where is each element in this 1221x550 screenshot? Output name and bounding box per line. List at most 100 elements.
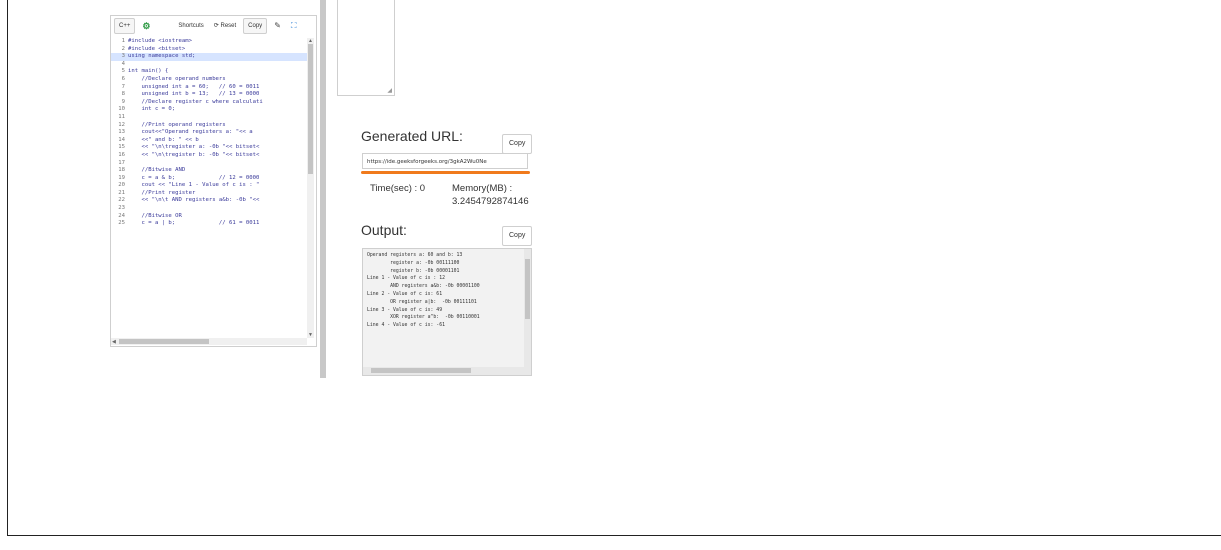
shortcuts-button[interactable]: Shortcuts	[175, 19, 206, 33]
editor-vertical-scrollbar[interactable]: ▲ ▼	[307, 38, 314, 338]
copy-url-button[interactable]: Copy	[502, 134, 533, 154]
code-area[interactable]: 1 #include <iostream> 2 #include <bitset> 3 u…	[111, 38, 307, 338]
fullscreen-icon[interactable]: ⛶	[288, 19, 300, 33]
line-number: 5	[121, 68, 125, 75]
code-text: cout << "Line 1 - Value of c is : "	[128, 182, 260, 189]
code-line[interactable]: 12 //Print operand registers	[111, 122, 307, 130]
code-line[interactable]: 22 << "\n\t AND registers a&b: -0b "<<	[111, 197, 307, 205]
code-text: //Print register	[128, 189, 196, 196]
line-number: 16	[118, 151, 125, 158]
generated-url-title: Generated URL:	[361, 128, 463, 144]
code-line[interactable]: 4	[111, 61, 307, 69]
line-number: 6	[121, 75, 125, 82]
code-text: c = a | b; // 61 = 0011	[128, 220, 260, 227]
scroll-up-icon[interactable]: ▲	[308, 38, 313, 44]
code-line[interactable]: 17	[111, 160, 307, 168]
line-number: 23	[118, 205, 125, 212]
line-number: 12	[118, 121, 125, 128]
line-number: 9	[121, 98, 125, 105]
code-line[interactable]: 5 int main() {	[111, 68, 307, 76]
scrollbar-thumb[interactable]	[525, 259, 530, 319]
output-line: register a: -0b 00111100	[367, 260, 460, 266]
code-text: //Bitwise OR	[128, 212, 182, 219]
output-line: register b: -0b 00001101	[367, 268, 460, 274]
code-line[interactable]: 15 << "\n\tregister a: -0b "<< bitset<	[111, 144, 307, 152]
code-line[interactable]: 20 cout << "Line 1 - Value of c is : "	[111, 182, 307, 190]
code-line[interactable]: 6 //Declare operand numbers	[111, 76, 307, 84]
code-line[interactable]: 18 //Bitwise AND	[111, 167, 307, 175]
output-vertical-scrollbar[interactable]	[524, 249, 531, 367]
code-line[interactable]: 1 #include <iostream>	[111, 38, 307, 46]
output-line: Line 3 - Value of c is: 49	[367, 307, 443, 313]
scroll-down-icon[interactable]: ▼	[308, 332, 313, 338]
output-line: OR register a|b: -0b 00111101	[367, 299, 477, 305]
code-line[interactable]: 14 <<" and b: " << b	[111, 137, 307, 145]
output-line: AND registers a&b: -0b 00001100	[367, 284, 480, 290]
code-line[interactable]: 9 //Declare register c where calculati	[111, 99, 307, 107]
line-number: 8	[121, 91, 125, 98]
output-horizontal-scrollbar[interactable]	[363, 367, 531, 375]
language-select[interactable]: C++	[114, 18, 136, 34]
code-text: //Bitwise AND	[128, 167, 186, 174]
line-number: 14	[118, 136, 125, 143]
line-number: 13	[118, 129, 125, 136]
code-text: << "\n\tregister a: -0b "<< bitset<	[128, 144, 260, 151]
code-line[interactable]: 3 using namespace std;	[111, 53, 307, 61]
scrollbar-thumb[interactable]	[308, 44, 313, 174]
scrollbar-thumb[interactable]	[119, 339, 209, 344]
resize-handle-icon[interactable]: ◢	[387, 87, 392, 94]
line-number: 22	[118, 197, 125, 204]
line-number: 24	[118, 212, 125, 219]
code-text: << "\n\tregister b: -0b "<< bitset<	[128, 151, 260, 158]
reset-button[interactable]: ⟳ Reset	[211, 19, 239, 33]
code-line[interactable]: 7 unsigned int a = 60; // 60 = 0011	[111, 84, 307, 92]
output-text: Operand registers a: 60 and b: 13 regist…	[367, 252, 517, 330]
generated-url-field[interactable]: https://ide.geeksforgeeks.org/3gkA2Wu0Ne	[362, 153, 528, 169]
code-text: //Declare operand numbers	[128, 75, 226, 82]
line-number: 2	[121, 45, 125, 52]
line-number: 20	[118, 182, 125, 189]
line-number: 15	[118, 144, 125, 151]
code-text: int main() {	[128, 68, 169, 75]
code-editor[interactable]: C++ ⚙ Shortcuts ⟳ Reset Copy ✎ ⛶ 1 #inclu…	[110, 15, 317, 347]
memory-stat-label: Memory(MB) :	[452, 183, 513, 194]
code-line[interactable]: 24 //Bitwise OR	[111, 213, 307, 221]
output-line: Line 1 - Value of c is : 12	[367, 276, 445, 282]
code-line[interactable]: 10 int c = 0;	[111, 106, 307, 114]
copy-output-button[interactable]: Copy	[502, 226, 533, 246]
copy-code-button[interactable]: Copy	[243, 18, 268, 34]
code-line[interactable]: 19 c = a & b; // 12 = 0000	[111, 175, 307, 183]
line-number: 4	[121, 60, 125, 67]
line-number: 17	[118, 159, 125, 166]
code-line[interactable]: 25 c = a | b; // 61 = 0011	[111, 220, 307, 228]
line-number: 1	[121, 38, 125, 44]
panel-divider[interactable]	[320, 0, 326, 378]
stdin-input[interactable]: ◢	[337, 0, 395, 96]
code-line[interactable]: 8 unsigned int b = 13; // 13 = 0000	[111, 91, 307, 99]
code-text: << "\n\t AND registers a&b: -0b "<<	[128, 197, 263, 204]
line-number: 7	[121, 83, 125, 90]
gear-icon[interactable]: ⚙	[139, 19, 153, 33]
code-text: c = a & b; // 12 = 0000	[128, 174, 260, 181]
code-text: //Declare register c where calculati	[128, 98, 263, 105]
pencil-icon[interactable]: ✎	[271, 19, 284, 33]
scrollbar-thumb[interactable]	[371, 368, 471, 373]
code-line[interactable]: 16 << "\n\tregister b: -0b "<< bitset<	[111, 152, 307, 160]
code-line[interactable]: 21 //Print register	[111, 190, 307, 198]
reset-label: Reset	[220, 23, 237, 29]
line-number: 25	[118, 220, 125, 227]
code-text: cout<<"Operand registers a: "<< a	[128, 129, 253, 136]
code-line[interactable]: 2 #include <bitset>	[111, 46, 307, 54]
code-line[interactable]: 13 cout<<"Operand registers a: "<< a	[111, 129, 307, 137]
code-line[interactable]: 11	[111, 114, 307, 122]
time-stat: Time(sec) : 0	[370, 183, 426, 194]
line-number: 10	[118, 106, 125, 113]
code-line[interactable]: 23	[111, 205, 307, 213]
output-panel[interactable]: Operand registers a: 60 and b: 13 regist…	[362, 248, 532, 376]
memory-stat-value: 3.2454792874146	[452, 196, 529, 207]
code-text: #include <iostream>	[128, 38, 192, 44]
editor-horizontal-scrollbar[interactable]: ◀	[111, 338, 307, 345]
output-line: Line 4 - Value of c is: -61	[367, 323, 445, 329]
scroll-left-icon[interactable]: ◀	[112, 339, 116, 345]
output-line: Operand registers a: 60 and b: 13	[367, 253, 463, 258]
